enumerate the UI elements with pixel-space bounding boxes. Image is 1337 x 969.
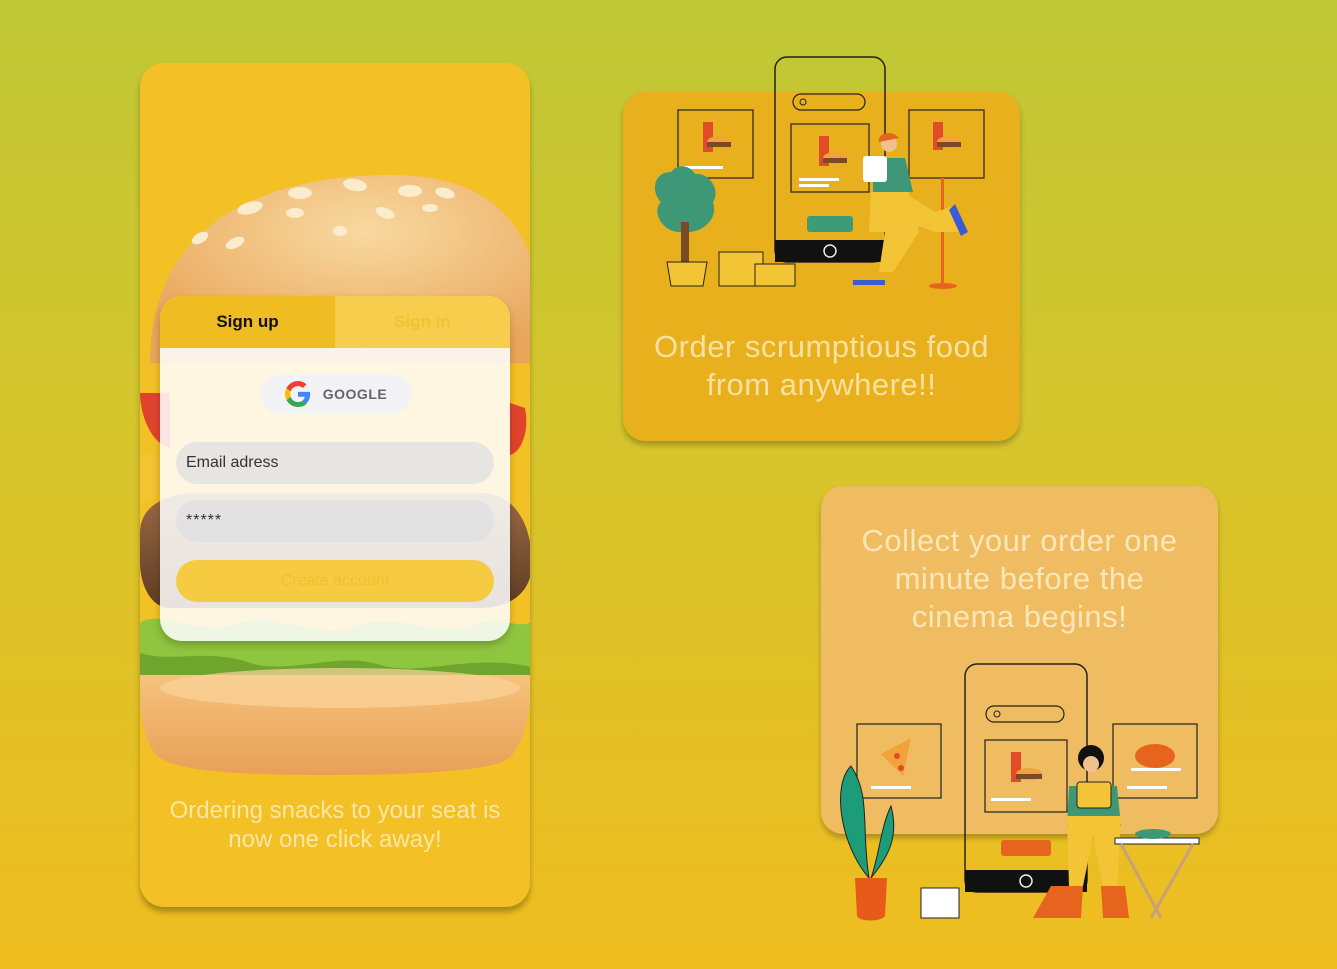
password-input[interactable]: ***** [176, 500, 494, 542]
feature-card-order-text: Order scrumptious food from anywhere!! [623, 328, 1020, 404]
google-label: GOOGLE [322, 386, 388, 402]
tab-signin[interactable]: Sign in [335, 296, 510, 348]
google-signin-button[interactable]: GOOGLE [260, 374, 412, 414]
phone-caption-line1: Ordering snacks to your seat is [169, 797, 501, 824]
create-account-button[interactable]: Create account [176, 560, 494, 602]
feature-card-order: Order scrumptious food from anywhere!! [623, 56, 1020, 441]
email-input[interactable]: Email adress [176, 442, 494, 484]
feature-card-order-line2: from anywhere!! [706, 367, 937, 402]
pickup-illustration [840, 663, 1200, 921]
login-card: Sign up Sign in GOOGLE Email adress ****… [160, 296, 510, 641]
phone-screen: Sign up Sign in GOOGLE Email adress ****… [140, 63, 530, 907]
feature-card-collect: Collect your order one minute before the… [821, 486, 1218, 921]
phone-caption-line2: now one click away! [228, 826, 442, 853]
auth-tabs: Sign up Sign in [160, 296, 510, 348]
feature-card-order-line1: Order scrumptious food [654, 329, 989, 364]
tab-signup[interactable]: Sign up [160, 296, 335, 348]
phone-caption: Ordering snacks to your seat is now one … [140, 796, 530, 854]
google-icon [284, 381, 310, 407]
